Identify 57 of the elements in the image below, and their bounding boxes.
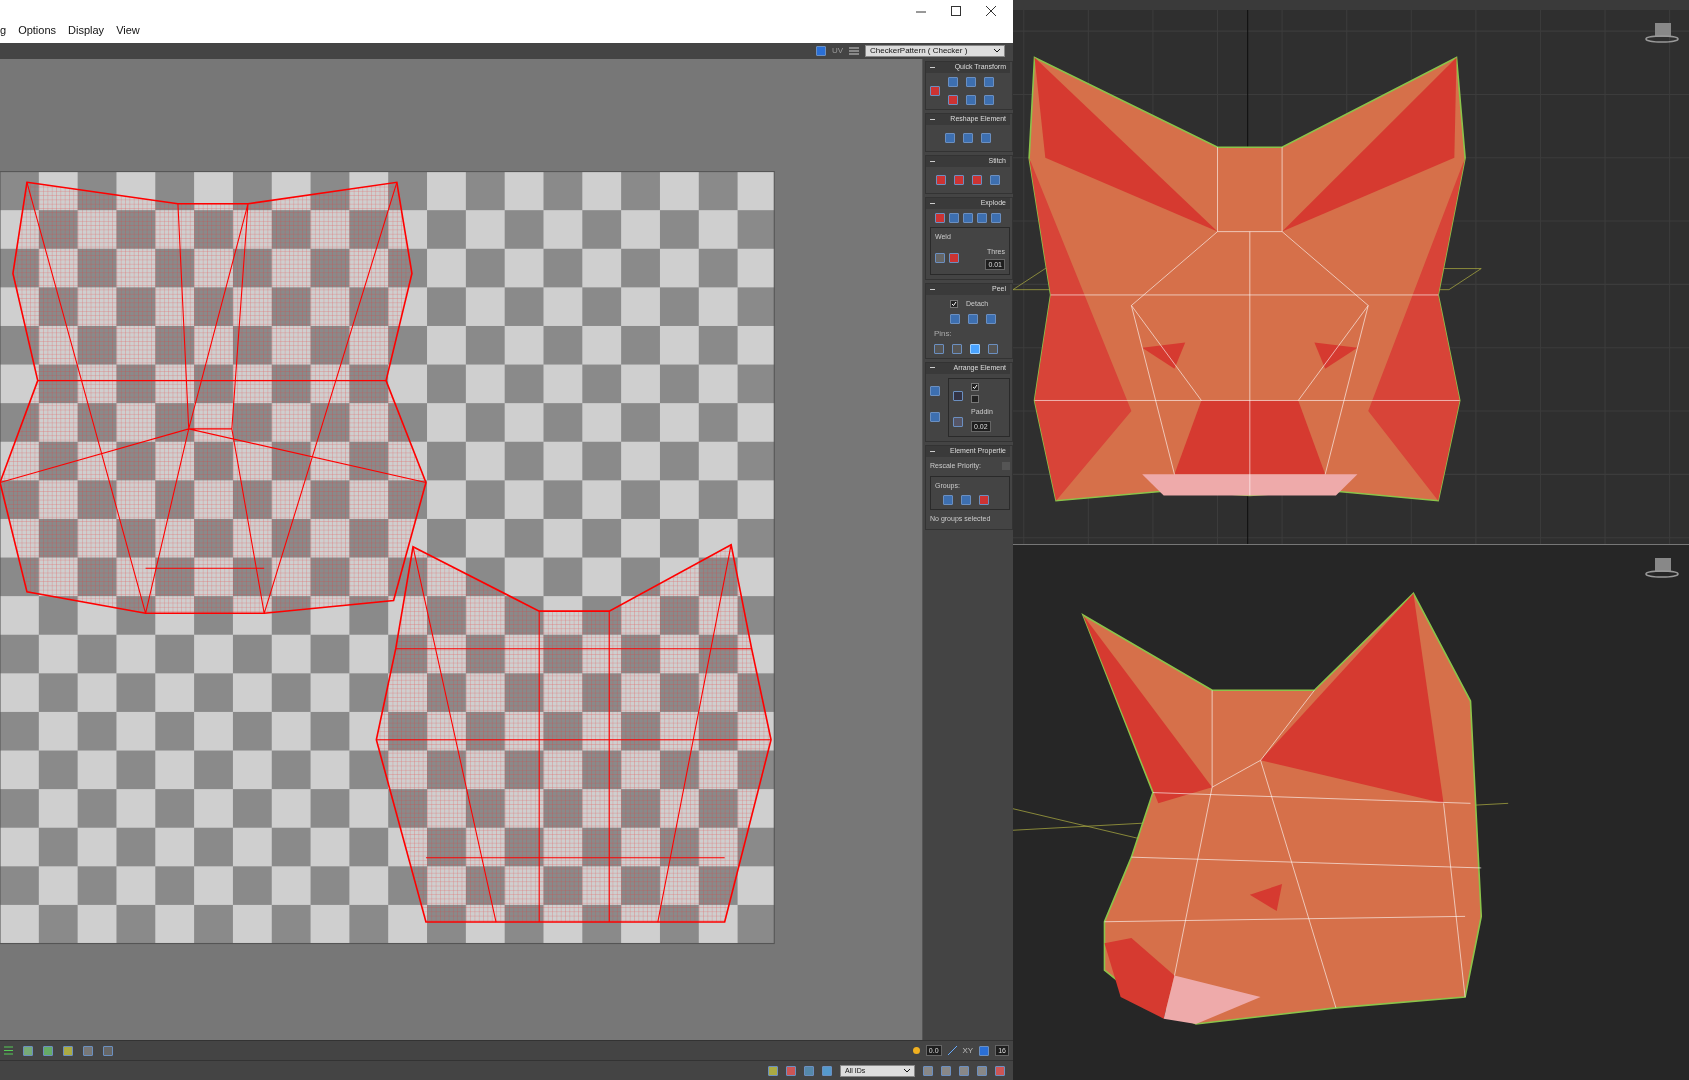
collapse-icon[interactable] <box>930 118 935 121</box>
check-icon <box>972 383 978 390</box>
tool-icon[interactable] <box>822 1065 832 1076</box>
menu-item[interactable]: g <box>0 22 7 39</box>
menu-item[interactable]: View <box>116 22 140 39</box>
tool-icon[interactable] <box>995 1065 1005 1076</box>
list-icon[interactable] <box>849 46 859 56</box>
menu-item[interactable]: Options <box>18 22 57 39</box>
tool-icon[interactable] <box>103 1045 113 1056</box>
collapse-icon[interactable] <box>930 450 935 453</box>
texture-dropdown[interactable]: CheckerPattern ( Checker ) <box>865 45 1005 57</box>
collapse-icon[interactable] <box>930 202 935 205</box>
tool-icon[interactable] <box>923 1065 933 1076</box>
tool-icon[interactable] <box>949 253 959 264</box>
tool-icon[interactable] <box>930 411 940 422</box>
tool-icon[interactable] <box>930 385 940 396</box>
tool-icon[interactable] <box>804 1065 814 1076</box>
tool-icon[interactable] <box>63 1045 73 1056</box>
tool-icon[interactable] <box>953 416 963 427</box>
checkbox[interactable] <box>971 382 979 391</box>
collapse-icon[interactable] <box>930 160 935 163</box>
tool-icon[interactable] <box>959 1065 969 1076</box>
viewcube-icon[interactable] <box>1645 557 1679 579</box>
pin-tool-icon[interactable] <box>970 343 980 354</box>
menu-item[interactable]: Display <box>68 22 105 39</box>
checkbox[interactable] <box>971 394 979 403</box>
axis-label[interactable]: XY <box>962 1044 974 1057</box>
pin-tool-icon[interactable] <box>988 343 998 354</box>
tool-icon[interactable] <box>979 1045 990 1056</box>
viewcube-icon[interactable] <box>1645 22 1679 44</box>
pin-tool-icon[interactable] <box>934 343 944 354</box>
line-icon[interactable] <box>947 1046 957 1055</box>
pins-label: Pins: <box>934 327 953 340</box>
check-icon <box>951 301 957 308</box>
detach-checkbox[interactable] <box>950 300 958 309</box>
collapse-icon[interactable] <box>930 288 935 291</box>
maximize-icon[interactable] <box>951 6 962 17</box>
uv-label: UV <box>831 45 843 57</box>
tool-icon[interactable] <box>950 313 960 324</box>
caret-icon <box>994 49 1000 53</box>
tool-icon[interactable] <box>768 1065 778 1076</box>
tool-icon[interactable] <box>986 313 996 324</box>
tool-icon[interactable] <box>23 1045 33 1056</box>
tool-icon[interactable] <box>43 1045 53 1056</box>
tool-icon[interactable] <box>977 1065 987 1076</box>
checker-toggle-icon[interactable] <box>815 46 826 56</box>
tool-icon[interactable] <box>786 1065 796 1076</box>
tool-icon[interactable] <box>953 390 963 401</box>
caret-icon <box>904 1068 910 1073</box>
pin-tool-icon[interactable] <box>952 343 962 354</box>
tool-icon[interactable] <box>935 253 945 264</box>
close-icon[interactable] <box>986 6 997 17</box>
tool-icon[interactable] <box>968 313 978 324</box>
collapse-icon[interactable] <box>930 66 935 69</box>
tool-icon[interactable] <box>941 1065 951 1076</box>
tool-icon[interactable] <box>83 1045 93 1056</box>
menu-icon[interactable] <box>4 1046 13 1055</box>
